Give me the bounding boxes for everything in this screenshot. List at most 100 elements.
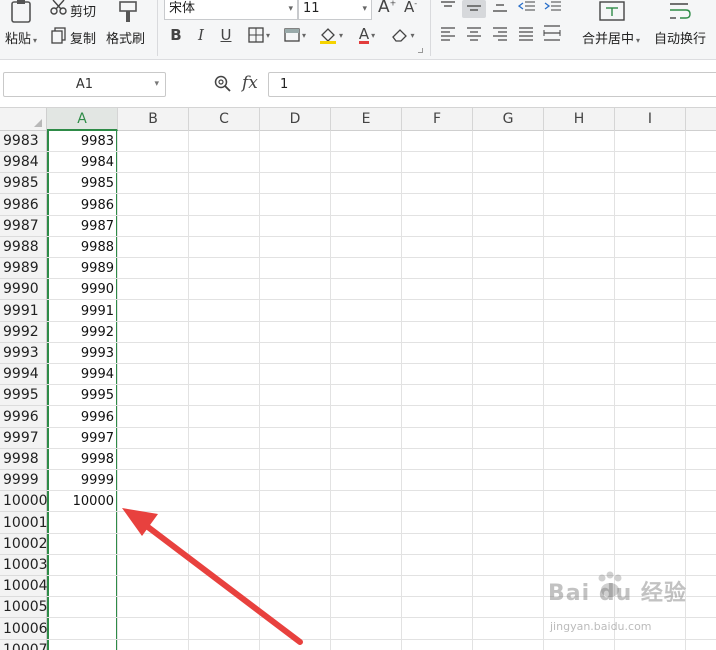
row-header[interactable]: 9997 (0, 428, 46, 449)
row-header[interactable]: 9986 (0, 195, 46, 216)
justify-icon[interactable] (518, 26, 534, 42)
cell-a[interactable]: 9996 (47, 407, 118, 428)
cell-a[interactable]: 9992 (47, 322, 118, 343)
cell-a[interactable]: 9990 (47, 279, 118, 300)
cell-a[interactable] (47, 555, 118, 576)
copy-button[interactable]: 复制 (70, 28, 96, 47)
format-painter-icon[interactable] (114, 0, 142, 24)
cell-a[interactable]: 9994 (47, 364, 118, 385)
row-header[interactable]: 9989 (0, 258, 46, 279)
row-header[interactable]: 9994 (0, 364, 46, 385)
cell-a[interactable] (47, 640, 118, 650)
cell-a[interactable] (47, 513, 118, 534)
align-left-icon[interactable] (440, 26, 456, 42)
cell-a[interactable]: 9999 (47, 470, 118, 491)
fill-color-button[interactable]: ▾ (316, 24, 346, 46)
zoom-lookup-icon[interactable] (214, 75, 232, 93)
cell-a[interactable] (47, 597, 118, 618)
row-header[interactable]: 9984 (0, 152, 46, 173)
cell-a[interactable]: 9997 (47, 428, 118, 449)
paste-button[interactable]: 粘贴 ▾ (5, 28, 37, 47)
column-header-e[interactable]: E (331, 108, 402, 131)
formula-input[interactable]: 1 (268, 72, 716, 97)
cell-a[interactable]: 9988 (47, 237, 118, 258)
row-header[interactable]: 9999 (0, 470, 46, 491)
row-header[interactable]: 10005 (0, 597, 48, 618)
font-size-select[interactable]: 11 ▾ (298, 0, 372, 20)
italic-button[interactable]: I (191, 24, 211, 46)
column-header-f[interactable]: F (402, 108, 473, 131)
border-button[interactable]: ▾ (244, 24, 274, 46)
row-header[interactable]: 10002 (0, 534, 48, 555)
cell-a[interactable]: 9985 (47, 173, 118, 194)
column-header-a[interactable]: A (47, 108, 118, 131)
row-header[interactable]: 10007 (0, 640, 48, 650)
row-header[interactable]: 9992 (0, 322, 46, 343)
column-header-c[interactable]: C (189, 108, 260, 131)
row-header[interactable]: 9993 (0, 343, 46, 364)
distributed-align-icon[interactable] (542, 24, 562, 42)
insert-function-button[interactable]: fx (242, 73, 258, 93)
increase-font-size-icon[interactable]: A+ (378, 0, 396, 17)
merge-center-icon[interactable] (598, 0, 626, 22)
row-header[interactable]: 9991 (0, 301, 46, 322)
font-color-button[interactable]: A ▾ (352, 24, 382, 46)
decrease-indent-icon[interactable] (518, 0, 536, 14)
cell-a[interactable]: 9984 (47, 152, 118, 173)
row-header[interactable]: 10001 (0, 513, 48, 534)
align-middle-button[interactable] (462, 0, 486, 18)
cell-format-button[interactable]: ▾ (280, 24, 310, 46)
row-header[interactable]: 9996 (0, 407, 46, 428)
align-right-icon[interactable] (492, 26, 508, 42)
column-header-h[interactable]: H (544, 108, 615, 131)
row-header[interactable]: 10006 (0, 619, 48, 640)
align-center-icon[interactable] (466, 26, 482, 42)
increase-indent-icon[interactable] (544, 0, 562, 14)
row-header[interactable]: 10000 (0, 491, 48, 512)
wrap-text-button[interactable]: 自动换行 (654, 28, 706, 47)
row-header[interactable]: 9998 (0, 449, 46, 470)
column-header-b[interactable]: B (118, 108, 189, 131)
cell-a[interactable]: 9998 (47, 449, 118, 470)
format-painter-button[interactable]: 格式刷 (106, 28, 145, 47)
column-header-i[interactable]: I (615, 108, 686, 131)
row-header[interactable]: 9983 (0, 131, 46, 152)
align-top-icon[interactable] (440, 0, 456, 14)
font-dialog-launcher-icon[interactable] (418, 48, 423, 53)
copy-icon[interactable] (51, 27, 67, 44)
row-header[interactable]: 9985 (0, 173, 46, 194)
row-header[interactable]: 10004 (0, 576, 48, 597)
wrap-text-icon[interactable] (666, 0, 694, 22)
row-header[interactable]: 9987 (0, 216, 46, 237)
cell-a[interactable]: 9986 (47, 195, 118, 216)
bold-button[interactable]: B (166, 24, 186, 46)
decrease-font-size-icon[interactable]: A- (404, 0, 417, 16)
cell-a[interactable] (47, 576, 118, 597)
cell-a[interactable]: 10000 (47, 491, 118, 512)
cut-button[interactable]: 剪切 (70, 1, 96, 20)
select-all-corner[interactable] (0, 108, 47, 131)
row-header[interactable]: 10003 (0, 555, 48, 576)
cell-a[interactable]: 9987 (47, 216, 118, 237)
row-header[interactable]: 9995 (0, 385, 46, 406)
cell-a[interactable] (47, 619, 118, 640)
underline-button[interactable]: U (216, 24, 236, 46)
row-header[interactable]: 9990 (0, 279, 46, 300)
align-bottom-icon[interactable] (492, 0, 508, 14)
paste-icon[interactable] (8, 0, 36, 24)
merge-center-button[interactable]: 合并居中 ▾ (582, 28, 640, 47)
name-box[interactable]: A1 ▾ (3, 72, 166, 97)
font-name-select[interactable]: 宋体 ▾ (164, 0, 298, 20)
row-header[interactable]: 9988 (0, 237, 46, 258)
column-header-d[interactable]: D (260, 108, 331, 131)
cell-a[interactable]: 9993 (47, 343, 118, 364)
cell-a[interactable]: 9991 (47, 301, 118, 322)
spreadsheet-grid[interactable]: ABCDEFGHI 9983 9984 9985 9986 9987 9988 9989 99… (0, 108, 716, 650)
cell-a[interactable]: 9995 (47, 385, 118, 406)
cell-a[interactable]: 9983 (47, 131, 118, 152)
scissors-icon[interactable] (50, 0, 68, 16)
clear-format-button[interactable]: ▾ (388, 24, 418, 46)
cell-a[interactable] (47, 534, 118, 555)
column-header-g[interactable]: G (473, 108, 544, 131)
cell-a[interactable]: 9989 (47, 258, 118, 279)
